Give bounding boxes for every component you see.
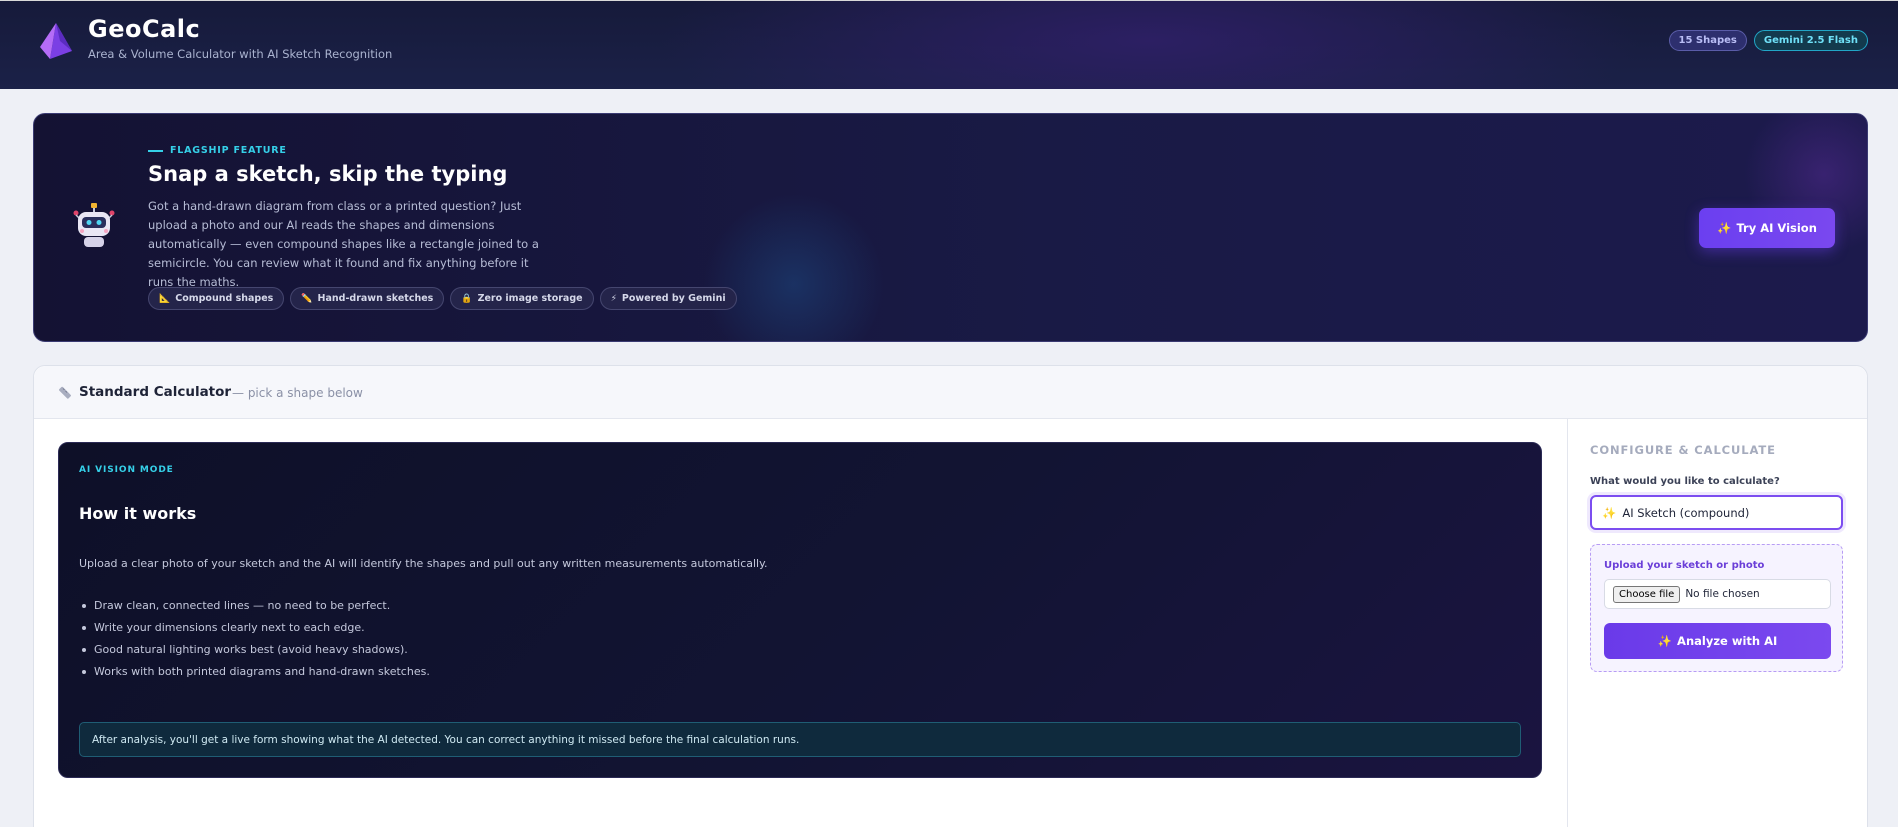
calculator-header: Standard Calculator — pick a shape below: [34, 366, 1867, 419]
chip-label: Powered by Gemini: [621, 293, 726, 304]
chip-label: Hand-drawn sketches: [317, 293, 434, 304]
tip-item: Works with both printed diagrams and han…: [82, 665, 794, 687]
app-title: GeoCalc: [88, 15, 201, 43]
ai-tips-list: Draw clean, connected lines — no need to…: [82, 599, 794, 687]
chip-compound-shapes: 📐 Compound shapes: [148, 287, 285, 310]
lightning-icon: ⚡: [610, 293, 617, 304]
sparkles-icon: ✨: [1602, 505, 1617, 520]
hero-description: Got a hand-drawn diagram from class or a…: [148, 199, 539, 289]
app-header: GeoCalc Area & Volume Calculator with AI…: [0, 0, 1898, 89]
ruler-icon: [59, 386, 71, 399]
pencil-icon: ✏️: [301, 293, 313, 304]
model-badge: Gemini 2.5 Flash: [1753, 30, 1868, 51]
chip-zero-storage: 🔒 Zero image storage: [450, 287, 594, 310]
app-subtitle: Area & Volume Calculator with AI Sketch …: [88, 47, 393, 61]
hero-kicker-label: FLAGSHIP FEATURE: [170, 145, 287, 156]
try-ai-vision-label: Try AI Vision: [1736, 221, 1817, 235]
kicker-line: [148, 149, 163, 152]
try-ai-vision-button[interactable]: ✨ Try AI Vision: [1699, 208, 1835, 248]
sparkles-icon: ✨: [1657, 634, 1673, 648]
ai-mode-label: AI VISION MODE: [79, 465, 174, 475]
upload-label: Upload your sketch or photo: [1604, 560, 1765, 571]
config-heading: CONFIGURE & CALCULATE: [1590, 443, 1776, 457]
hero-kicker: FLAGSHIP FEATURE: [148, 145, 287, 156]
calculator-title: Standard Calculator: [79, 384, 232, 400]
selected-option: AI Sketch (compound): [1622, 505, 1750, 520]
ai-intro-text: Upload a clear photo of your sketch and …: [79, 557, 768, 570]
chip-label: Zero image storage: [477, 293, 583, 304]
sidebar-divider: [1567, 419, 1568, 827]
header-badges: 15 Shapes Gemini 2.5 Flash: [1668, 30, 1868, 51]
sparkles-icon: ✨: [1717, 221, 1732, 235]
tip-item: Draw clean, connected lines — no need to…: [82, 599, 794, 621]
flagship-hero: FLAGSHIP FEATURE Snap a sketch, skip the…: [33, 113, 1868, 342]
file-status: No file chosen: [1685, 588, 1760, 600]
analysis-info-note: After analysis, you'll get a live form s…: [79, 722, 1521, 757]
calculation-type-label: What would you like to calculate?: [1590, 476, 1780, 487]
tip-item: Write your dimensions clearly next to ea…: [82, 621, 794, 643]
robot-icon: [73, 203, 115, 247]
analyze-label: Analyze with AI: [1677, 634, 1778, 648]
calculator-hint: — pick a shape below: [232, 386, 363, 400]
how-it-works-heading: How it works: [79, 504, 197, 523]
hero-title: Snap a sketch, skip the typing: [148, 162, 508, 186]
chip-hand-drawn: ✏️ Hand-drawn sketches: [290, 287, 445, 310]
standard-calculator-card: Standard Calculator — pick a shape below…: [33, 365, 1868, 827]
tip-item: Good natural lighting works best (avoid …: [82, 643, 794, 665]
analyze-with-ai-button[interactable]: ✨ Analyze with AI: [1604, 623, 1831, 659]
pyramid-logo-icon: [40, 23, 72, 59]
ai-vision-panel: AI VISION MODE How it works Upload a cle…: [58, 442, 1542, 778]
shapes-count-badge: 15 Shapes: [1668, 30, 1747, 51]
chip-powered-by-gemini: ⚡ Powered by Gemini: [599, 287, 737, 310]
calculation-type-select[interactable]: ✨ AI Sketch (compound): [1590, 495, 1843, 530]
choose-file-button[interactable]: Choose file: [1613, 585, 1681, 603]
chip-label: Compound shapes: [175, 293, 274, 304]
lock-icon: 🔒: [461, 293, 473, 304]
triangle-ruler-icon: 📐: [159, 293, 171, 304]
file-input[interactable]: Choose file No file chosen: [1604, 579, 1831, 609]
sketch-upload-area: Upload your sketch or photo Choose file …: [1590, 544, 1843, 672]
feature-chips: 📐 Compound shapes ✏️ Hand-drawn sketches…: [148, 287, 737, 310]
